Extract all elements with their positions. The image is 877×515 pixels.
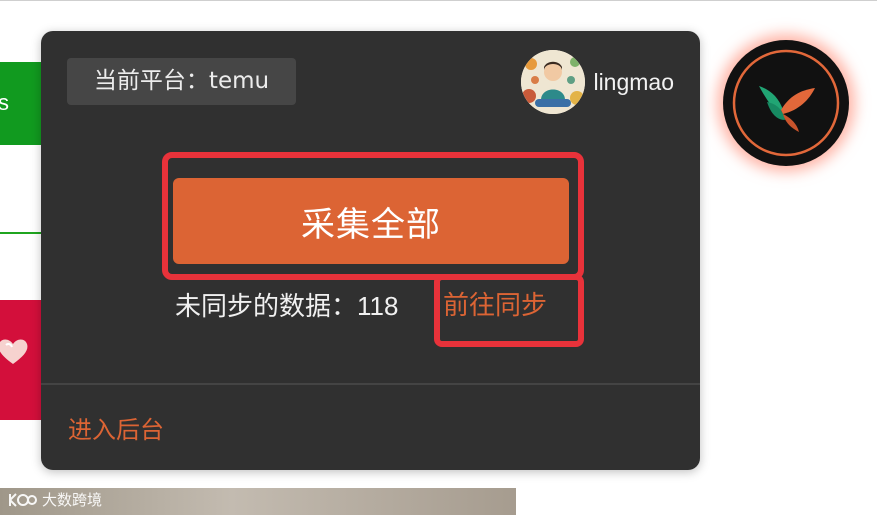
background-green-line	[0, 232, 42, 234]
avatar-illustration	[521, 50, 586, 114]
watermark-logo-icon	[9, 492, 37, 507]
top-divider	[0, 0, 877, 1]
watermark-text: 大数跨境	[42, 491, 103, 509]
floating-logo-button[interactable]	[723, 40, 849, 166]
current-platform-tag: 当前平台：temu	[67, 58, 296, 105]
unsynced-count: 118	[357, 291, 399, 321]
background-green-text: s	[0, 90, 9, 115]
user-info[interactable]: lingmao	[521, 50, 674, 114]
username: lingmao	[593, 68, 674, 95]
collect-all-button[interactable]: 采集全部	[173, 178, 569, 264]
avatar[interactable]	[521, 50, 586, 114]
unsynced-label: 未同步的数据：	[175, 292, 358, 322]
background-green-block: s	[0, 62, 42, 145]
unsynced-data-text: 未同步的数据：118	[175, 286, 398, 327]
collector-popup: 当前平台：temu lingmao 采集全部 未同步的数据：118 前往同步 进…	[41, 31, 700, 470]
watermark: 大数跨境	[6, 489, 102, 510]
bird-logo-icon	[732, 49, 840, 157]
go-sync-link[interactable]: 前往同步	[443, 286, 547, 326]
background-red-block	[0, 300, 42, 420]
heart-icon	[0, 339, 28, 364]
footer-divider	[41, 383, 700, 385]
enter-backend-link[interactable]: 进入后台	[68, 410, 164, 445]
